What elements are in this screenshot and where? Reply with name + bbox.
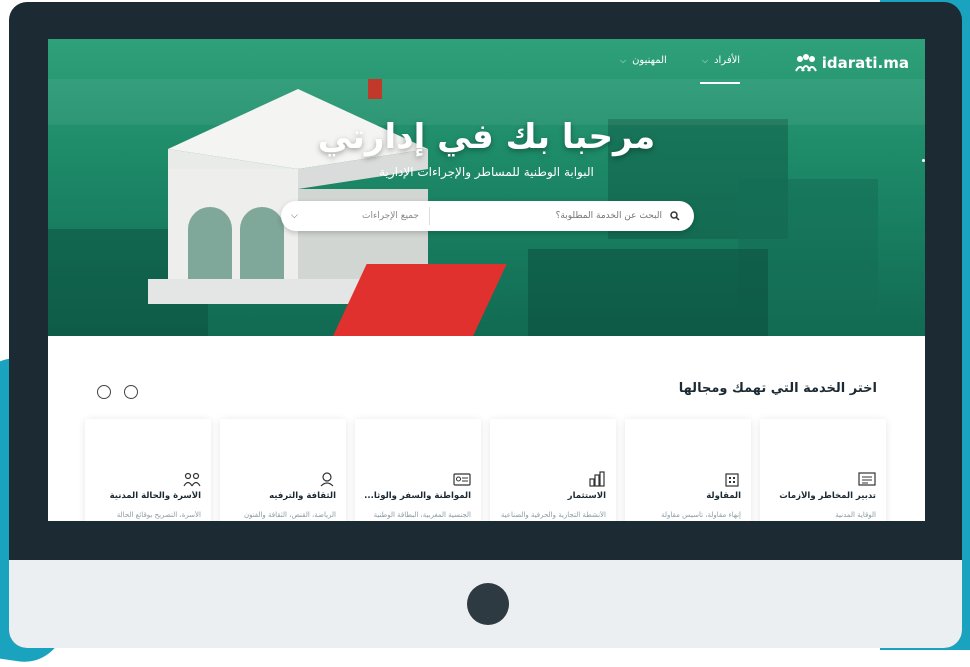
business-icon (725, 473, 739, 487)
citizenship-icon (453, 473, 471, 486)
slider-dot[interactable] (922, 159, 925, 162)
family-icon (183, 472, 201, 487)
service-card-desc: إنهاء مقاولة، تأسيس مقاولة (661, 511, 741, 519)
logo-text: idarati.ma (821, 54, 909, 72)
carousel-prev-button[interactable] (97, 385, 111, 399)
hero-subtitle: البوابة الوطنية للمساطر والإجراءات الإدا… (379, 165, 594, 179)
nav-professionals-label: المهنيون (632, 55, 667, 66)
hero-title: مرحبا بك في إدارتي (317, 117, 656, 157)
website-screen: idarati.ma الأفراد ⌵ المهنيون ⌵ مرحبا بك… (48, 39, 925, 521)
top-navbar: idarati.ma الأفراد ⌵ المهنيون ⌵ (48, 39, 925, 87)
hero-block (528, 249, 768, 336)
service-card-title: المواطنة والسفر والوثا... (364, 491, 471, 501)
search-icon[interactable] (664, 211, 686, 221)
nav-individuals-label: الأفراد (714, 55, 741, 66)
service-card[interactable]: الثقافة والترفيه الرياضة، القنص، الثقافة… (220, 419, 346, 521)
service-card-desc: الأنشطة التجارية والحرفية والصناعية (500, 511, 606, 519)
service-card-title: الاستثمار (567, 491, 606, 501)
logo-people-icon (794, 54, 817, 72)
scope-select-value: جميع الإجراءات (361, 211, 419, 221)
chevron-down-icon: ⌵ (620, 55, 627, 65)
procedure-scope-select[interactable]: جميع الإجراءات ⌵ (281, 211, 429, 221)
search-input[interactable] (430, 210, 664, 222)
service-card-title: تدبير المخاطر والأزمات (779, 491, 876, 501)
service-card[interactable]: الأسرة والحالة المدنية الأسرة، التصريح ب… (85, 419, 211, 521)
service-card-desc: الأسرة، التصريح بوقائع الحالة (116, 511, 201, 519)
nav-professionals[interactable]: المهنيون ⌵ (620, 55, 667, 66)
nav-active-indicator (700, 82, 740, 84)
service-card-title: المقاولة (706, 491, 741, 501)
service-card-desc: الجنسية المغربية، البطاقة الوطنية (373, 511, 471, 519)
nav-individuals[interactable]: الأفراد ⌵ (702, 55, 740, 66)
chevron-down-icon: ⌵ (702, 55, 709, 65)
search-divider (429, 207, 430, 225)
hero-banner: idarati.ma الأفراد ⌵ المهنيون ⌵ مرحبا بك… (48, 39, 925, 336)
site-logo[interactable]: idarati.ma (794, 51, 909, 75)
culture-icon (320, 472, 334, 487)
service-card[interactable]: المقاولة إنهاء مقاولة، تأسيس مقاولة (625, 419, 751, 521)
service-card-desc: الوقاية المدنية (835, 511, 876, 519)
section-title: اختر الخدمة التي تهمك ومجالها (678, 381, 877, 396)
service-card-title: الأسرة والحالة المدنية (109, 491, 201, 501)
crisis-icon (858, 472, 876, 486)
service-card[interactable]: المواطنة والسفر والوثا... الجنسية المغرب… (355, 419, 481, 521)
carousel-next-button[interactable] (124, 385, 138, 399)
investment-icon (589, 471, 605, 487)
service-card[interactable]: الاستثمار الأنشطة التجارية والحرفية والص… (490, 419, 616, 521)
service-card[interactable]: تدبير المخاطر والأزمات الوقاية المدنية (760, 419, 886, 521)
chevron-down-icon: ⌵ (291, 211, 298, 221)
service-card-desc: الرياضة، القنص، الثقافة والفنون (243, 511, 336, 519)
search-bar: جميع الإجراءات ⌵ (281, 201, 694, 231)
service-card-title: الثقافة والترفيه (269, 491, 336, 501)
monitor-power-button (467, 583, 509, 625)
